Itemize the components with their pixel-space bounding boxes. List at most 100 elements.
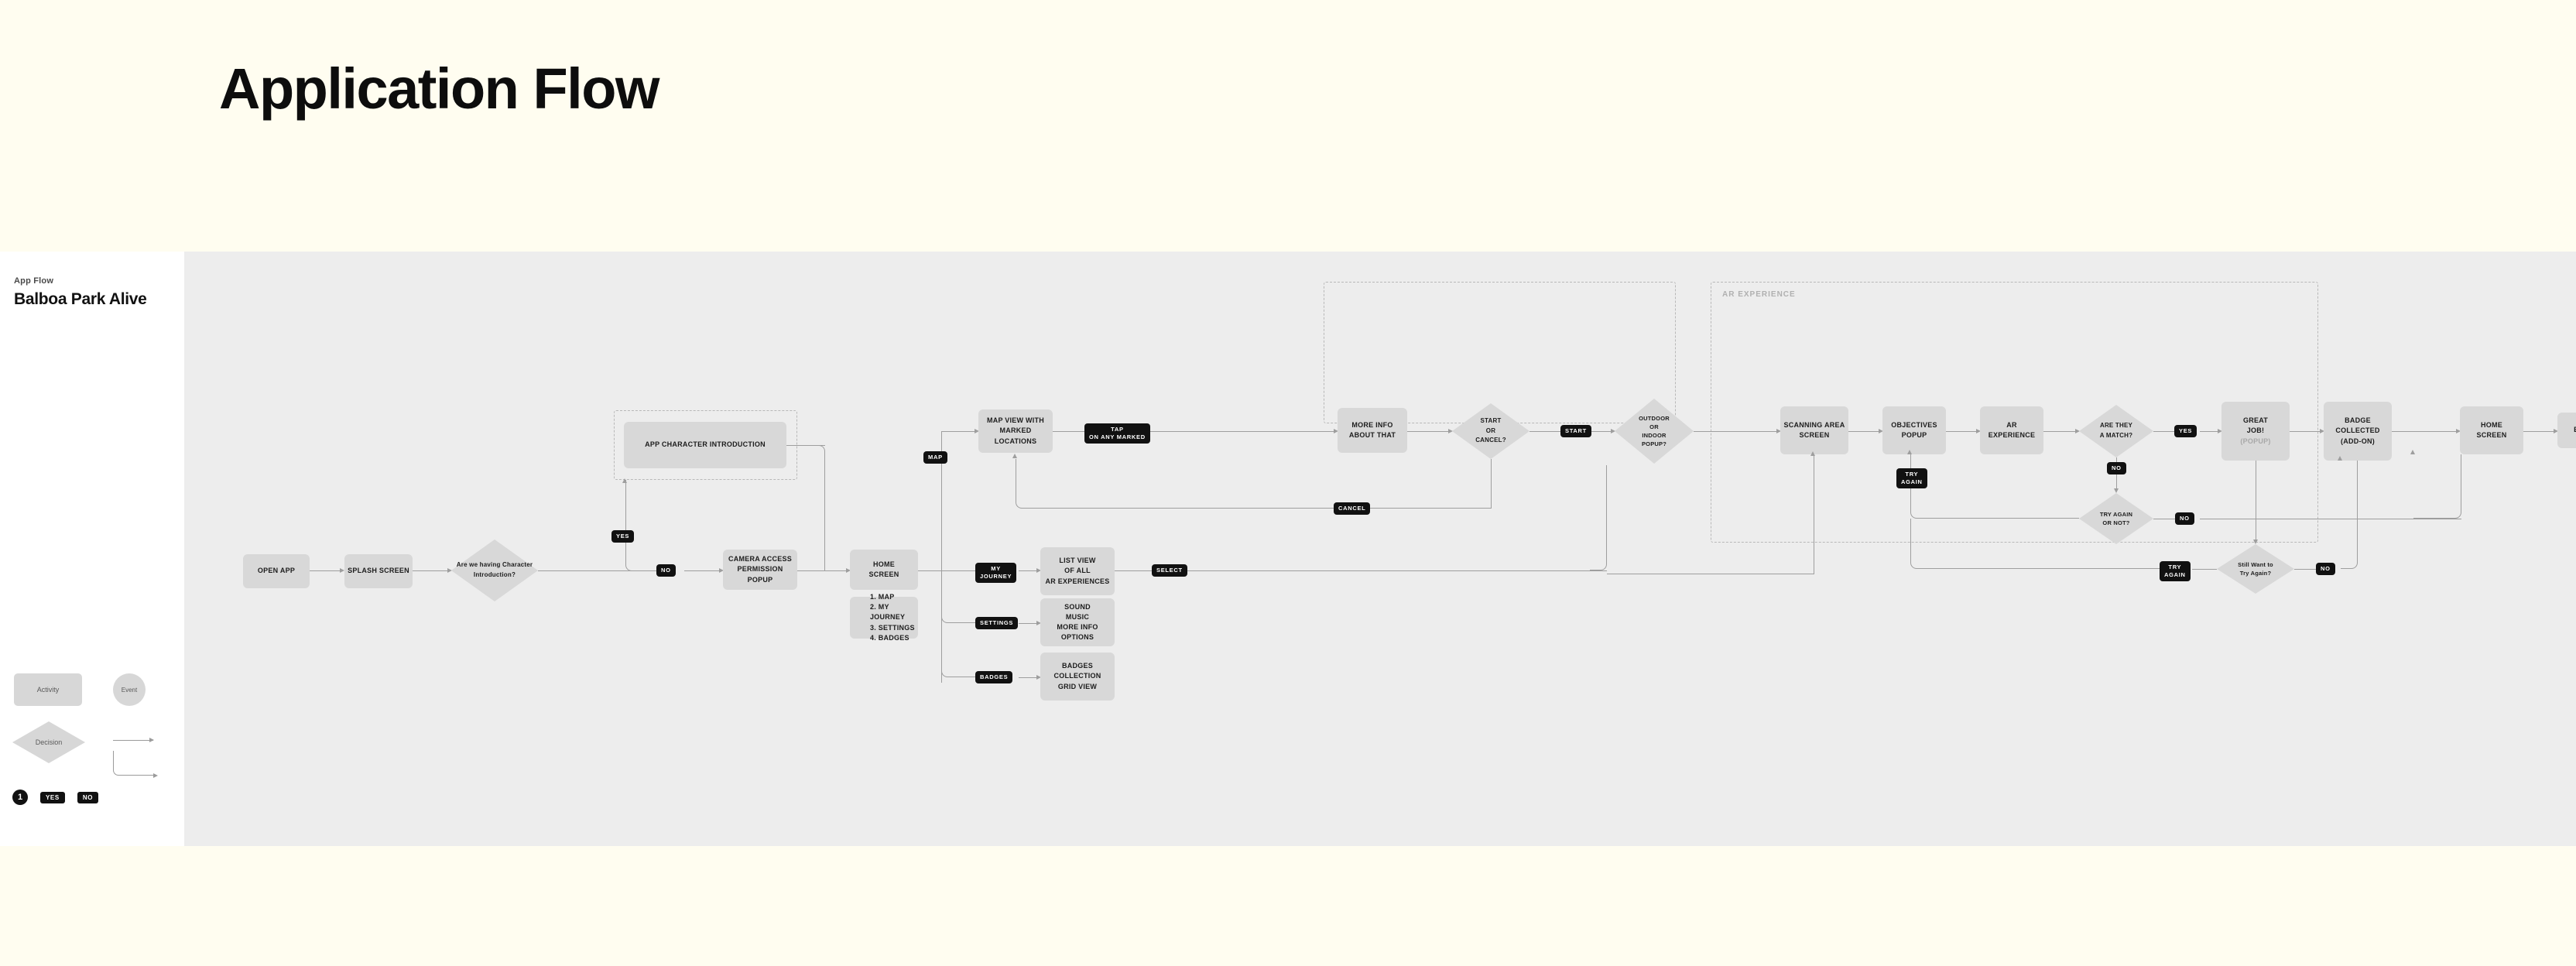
legend-straight-arrow-icon — [113, 738, 154, 742]
chip-select[interactable]: SELECT — [1152, 564, 1187, 577]
chip-cancel[interactable]: CANCEL — [1334, 502, 1371, 516]
node-open-app-label: OPEN APP — [257, 567, 296, 575]
edge-still-tryagain-rail — [1910, 519, 2160, 569]
edge-still-no-up — [2341, 461, 2358, 569]
edge-map-branch-h — [941, 431, 977, 432]
edge-still-tryagain-left — [2192, 569, 2217, 570]
chip-settings[interactable]: SETTINGS — [975, 617, 1019, 630]
flow-canvas[interactable]: AR EXPERIENCE OPEN APP SPLASH SCREEN Are… — [184, 252, 2576, 846]
node-objectives-popup[interactable]: OBJECTIVES POPUP — [1882, 406, 1946, 454]
node-badges-grid-line1: BADGES — [1061, 662, 1093, 670]
node-more-info-line1: MORE INFO — [1351, 420, 1393, 429]
chip-no-still[interactable]: NO — [2316, 563, 2335, 576]
edge-decision-yes-elbow — [625, 480, 658, 571]
edge-mapview-to-tap — [1053, 431, 1084, 432]
chip-yes-character-intro[interactable]: YES — [611, 530, 635, 543]
node-great-job-line1: GREAT — [2242, 416, 2269, 425]
decision-still-want-to-try-again[interactable]: Still Want to Try Again? — [2217, 544, 2294, 594]
chip-start[interactable]: START — [1560, 425, 1591, 438]
edge-tryagain-to-objectives — [1910, 454, 2079, 519]
node-end[interactable]: END — [2557, 413, 2576, 448]
node-objectives-popup-line2: POPUP — [1901, 431, 1927, 439]
edge-badges-branch — [941, 570, 980, 677]
node-ar-experience-line2: EXPERIENCE — [1988, 431, 2036, 439]
chip-my-journey[interactable]: MY JOURNEY — [975, 563, 1017, 584]
decision-start-or-cancel[interactable]: START OR CANCEL? — [1452, 403, 1530, 459]
edge-intro-to-camera-elbow — [796, 445, 825, 571]
node-objectives-popup-line1: OBJECTIVES — [1891, 420, 1937, 429]
node-splash-screen-label: SPLASH SCREEN — [348, 567, 409, 575]
edge-home2-to-end — [2523, 431, 2556, 432]
chip-yes-match[interactable]: YES — [2174, 425, 2197, 438]
node-badges-collection-grid-view[interactable]: BADGES COLLECTION GRID VIEW — [1040, 653, 1115, 701]
node-settings-options-line1: SOUND — [1064, 602, 1091, 611]
decision-outdoor-or-indoor-popup[interactable]: OUTDOOR OR INDOOR POPUP? — [1615, 399, 1694, 464]
node-badge-collected[interactable]: BADGE COLLECTED (ADD-ON) — [2324, 402, 2392, 461]
node-home-screen[interactable]: HOME SCREEN — [850, 550, 918, 590]
edge-startcancel-to-start — [1530, 431, 1560, 432]
node-badges-grid-line3: GRID VIEW — [1057, 682, 1098, 690]
arrowhead-yes-to-intro-icon — [622, 478, 627, 483]
node-camera-access-permission-popup[interactable]: CAMERA ACCESS PERMISSION POPUP — [723, 550, 797, 590]
node-badges-grid-line2: COLLECTION — [1053, 672, 1101, 680]
node-ar-experience[interactable]: AR EXPERIENCE — [1980, 406, 2043, 454]
decision-start-or-cancel-label: START OR CANCEL? — [1475, 416, 1506, 444]
home-menu-item-my-journey: 2. MY JOURNEY — [870, 603, 906, 622]
edge-match-yes — [2153, 431, 2175, 432]
node-home-screen-final-line1: HOME — [2481, 420, 2502, 429]
node-open-app[interactable]: OPEN APP — [243, 554, 310, 588]
chip-try-again-objectives[interactable]: TRY AGAIN — [1896, 468, 1927, 489]
decision-are-they-a-match[interactable]: ARE THEY A MATCH? — [2079, 405, 2153, 457]
decision-are-they-a-match-label: ARE THEY A MATCH? — [2099, 422, 2133, 439]
legend-event-shape: Event — [113, 673, 146, 706]
legend-activity-label: Activity — [36, 686, 60, 694]
edge-scanning-to-objectives — [1848, 431, 1881, 432]
node-more-info-about-that[interactable]: MORE INFO ABOUT THAT — [1338, 408, 1407, 453]
edge-objectives-to-ar — [1946, 431, 1978, 432]
node-home-menu-list[interactable]: 1. MAP 2. MY JOURNEY 3. SETTINGS 4. BADG… — [850, 593, 918, 642]
node-home-screen-final[interactable]: HOME SCREEN — [2460, 406, 2523, 454]
node-scanning-area-screen[interactable]: SCANNING AREA SCREEN — [1780, 406, 1848, 454]
edge-list-to-select — [1115, 570, 1152, 571]
node-app-character-introduction[interactable]: APP CHARACTER INTRODUCTION — [624, 422, 786, 468]
node-home-screen-final-line2: SCREEN — [2476, 431, 2507, 439]
node-home-screen-line1: HOME — [873, 560, 895, 568]
chip-no-character-intro[interactable]: NO — [656, 564, 676, 577]
chip-badges[interactable]: BADGES — [975, 671, 1013, 684]
node-map-view-marked-locations[interactable]: MAP VIEW WITH MARKED LOCATIONS — [978, 409, 1053, 453]
chip-no-match[interactable]: NO — [2107, 462, 2126, 475]
chip-map[interactable]: MAP — [923, 451, 947, 464]
edge-still-no — [2294, 569, 2316, 570]
arrowhead-no-to-home2-icon — [2410, 450, 2415, 454]
edge-start-to-outdoor — [1590, 431, 1613, 432]
app-flow-page: Application Flow App Flow Balboa Park Al… — [0, 0, 2576, 966]
node-splash-screen[interactable]: SPLASH SCREEN — [344, 554, 413, 588]
chip-tap-on-any-marked[interactable]: TAP ON ANY MARKED — [1084, 423, 1150, 444]
legend-elbow-arrow-icon — [113, 751, 158, 778]
node-badge-collected-line1: BADGE — [2345, 416, 2371, 425]
edge-ar-to-match — [2043, 431, 2078, 432]
decision-still-want-try-again-label: Still Want to Try Again? — [2238, 560, 2273, 577]
decision-character-introduction[interactable]: Are we having Character Introduction? — [451, 540, 538, 601]
edge-outdoor-to-scanning — [1694, 431, 1779, 432]
legend-badges: 1 YES NO — [12, 790, 99, 805]
node-settings-options-line3: MORE INFO OPTIONS — [1057, 623, 1098, 642]
node-badge-collected-line2: COLLECTED — [2335, 426, 2380, 435]
edge-greatjob-to-badge — [2290, 431, 2322, 432]
node-list-view-all-ar-experiences[interactable]: LIST VIEW OF ALL AR EXPERIENCES — [1040, 547, 1115, 595]
sidebar-project-name: Balboa Park Alive — [14, 290, 147, 308]
home-menu-item-map: 1. MAP — [870, 593, 895, 601]
node-list-view-line2: OF ALL — [1064, 567, 1091, 575]
legend-decision-shape: Decision — [12, 721, 85, 763]
legend-decision-label: Decision — [35, 738, 63, 746]
legend-activity-shape: Activity — [14, 673, 82, 706]
edge-no-to-camera — [684, 570, 721, 571]
chip-no-try-again-or-not[interactable]: NO — [2175, 512, 2194, 526]
edge-badge-to-home2 — [2392, 431, 2458, 432]
chip-try-again-still[interactable]: TRY AGAIN — [2160, 561, 2191, 582]
edge-camera-to-home — [797, 570, 848, 571]
node-great-job-popup[interactable]: GREAT JOB! (POPUP) — [2221, 402, 2290, 461]
edge-tap-to-moreinfo — [1150, 431, 1336, 432]
node-settings-options[interactable]: SOUND MUSIC MORE INFO OPTIONS — [1040, 598, 1115, 646]
node-list-view-line1: LIST VIEW — [1059, 557, 1096, 565]
